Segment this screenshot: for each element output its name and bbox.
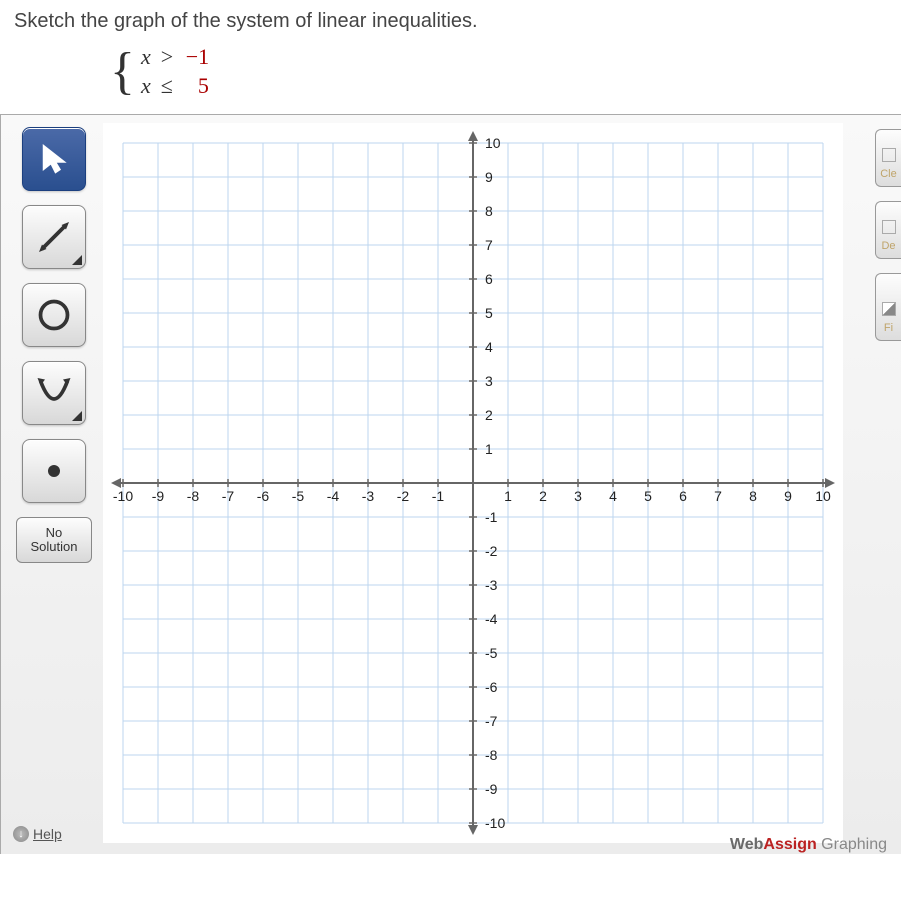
svg-text:2: 2 (485, 407, 493, 423)
delete-icon (882, 220, 896, 234)
svg-text:1: 1 (504, 488, 512, 504)
coordinate-grid[interactable]: -10 -9 -8 -7 -6 -5 -4 -3 -2 -1 1 2 3 4 5 6 7 8 9 10 -10 -9 -8 -… (103, 123, 843, 843)
svg-text:1: 1 (485, 441, 493, 457)
svg-text:-6: -6 (257, 488, 270, 504)
point-tool[interactable] (22, 439, 86, 503)
svg-text:-1: -1 (432, 488, 445, 504)
clear-icon (882, 148, 896, 162)
delete-button[interactable]: De (875, 201, 901, 259)
svg-text:-4: -4 (327, 488, 340, 504)
line-tool[interactable] (22, 205, 86, 269)
svg-text:6: 6 (485, 271, 493, 287)
svg-text:6: 6 (679, 488, 687, 504)
brand-footer: WebAssign Graphing (730, 836, 887, 854)
svg-text:3: 3 (485, 373, 493, 389)
toolbar: No Solution (9, 123, 99, 846)
svg-text:-6: -6 (485, 679, 498, 695)
svg-text:4: 4 (609, 488, 617, 504)
parabola-tool[interactable] (22, 361, 86, 425)
select-tool[interactable] (22, 127, 86, 191)
svg-text:-7: -7 (222, 488, 235, 504)
fill-icon (882, 302, 896, 316)
val2: 5 (183, 72, 209, 101)
svg-text:3: 3 (574, 488, 582, 504)
svg-text:-4: -4 (485, 611, 498, 627)
svg-text:-2: -2 (485, 543, 498, 559)
clear-button[interactable]: Cle (875, 129, 901, 187)
svg-text:2: 2 (539, 488, 547, 504)
svg-text:9: 9 (784, 488, 792, 504)
question-prompt: Sketch the graph of the system of linear… (0, 0, 901, 39)
svg-text:-3: -3 (362, 488, 375, 504)
help-link[interactable]: ↓ Help (13, 826, 62, 842)
svg-text:10: 10 (485, 135, 501, 151)
help-icon: ↓ (13, 826, 29, 842)
delete-label: De (881, 240, 895, 252)
svg-text:7: 7 (714, 488, 722, 504)
op1: > (161, 43, 173, 72)
submenu-indicator-icon (72, 255, 82, 265)
clear-label: Cle (880, 168, 897, 180)
svg-text:10: 10 (815, 488, 831, 504)
fill-button[interactable]: Fi (875, 273, 901, 341)
svg-text:-5: -5 (485, 645, 498, 661)
no-solution-button[interactable]: No Solution (16, 517, 92, 563)
op2: ≤ (161, 72, 173, 101)
svg-text:-2: -2 (397, 488, 410, 504)
svg-text:8: 8 (485, 203, 493, 219)
help-label: Help (33, 826, 62, 842)
svg-text:7: 7 (485, 237, 493, 253)
svg-text:-5: -5 (292, 488, 305, 504)
graphing-tool: No Solution -10 -9 -8 -7 -6 -5 -4 -3 -2 -1 1 2 3 4 5 6 7… (0, 114, 901, 854)
inequality-system: { x > −1 x ≤ 5 (0, 39, 901, 114)
right-toolbar: Cle De Fi (875, 129, 901, 341)
fill-label: Fi (884, 322, 893, 334)
circle-tool[interactable] (22, 283, 86, 347)
val1: −1 (183, 43, 209, 72)
svg-text:-3: -3 (485, 577, 498, 593)
svg-text:-7: -7 (485, 713, 498, 729)
svg-text:-10: -10 (113, 488, 133, 504)
svg-text:-9: -9 (485, 781, 498, 797)
svg-text:5: 5 (644, 488, 652, 504)
svg-text:-9: -9 (152, 488, 165, 504)
submenu-indicator-icon (72, 411, 82, 421)
var2: x (141, 72, 151, 101)
svg-text:-10: -10 (485, 815, 505, 831)
var1: x (141, 43, 151, 72)
svg-text:9: 9 (485, 169, 493, 185)
svg-text:-1: -1 (485, 509, 498, 525)
svg-text:-8: -8 (187, 488, 200, 504)
svg-text:8: 8 (749, 488, 757, 504)
svg-text:4: 4 (485, 339, 493, 355)
svg-text:-8: -8 (485, 747, 498, 763)
svg-text:5: 5 (485, 305, 493, 321)
